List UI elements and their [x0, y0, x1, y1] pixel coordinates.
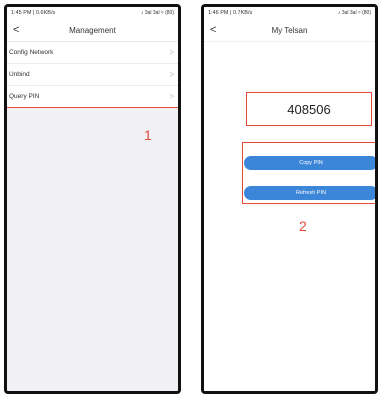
nav-bar: < Management [7, 19, 178, 42]
menu-item-config-network[interactable]: Config Network > [7, 42, 178, 64]
phone-my-telsan: 1:46 PM | 0.7KB/s ♪ 3al 3al ≈ (80) < My … [201, 4, 378, 394]
chevron-right-icon: > [169, 48, 174, 57]
management-menu: Config Network > Unbind > Query PIN > [7, 42, 178, 108]
chevron-right-icon: > [169, 92, 174, 101]
status-icons: ♪ 3al 3al ≈ (80) [141, 10, 174, 16]
status-time: 1:45 PM | 0.6KB/s [11, 10, 56, 16]
status-right-text: ♪ 3al 3al ≈ (80) [337, 10, 371, 16]
page-title: My Telsan [271, 25, 308, 35]
status-time: 1:46 PM | 0.7KB/s [208, 10, 253, 16]
pin-content: 408506 Copy PIN Refresh PIN 2 [204, 42, 375, 391]
status-icons: ♪ 3al 3al ≈ (80) [338, 10, 371, 16]
page-title: Management [69, 25, 116, 35]
status-bar: 1:45 PM | 0.6KB/s ♪ 3al 3al ≈ (80) [7, 7, 178, 19]
menu-item-label: Unbind [9, 71, 30, 78]
menu-item-unbind[interactable]: Unbind > [7, 64, 178, 86]
status-bar: 1:46 PM | 0.7KB/s ♪ 3al 3al ≈ (80) [204, 7, 375, 19]
refresh-pin-button[interactable]: Refresh PIN [244, 186, 375, 200]
phone-management: 1:45 PM | 0.6KB/s ♪ 3al 3al ≈ (80) < Man… [4, 4, 181, 394]
copy-pin-button[interactable]: Copy PIN [244, 156, 375, 170]
pin-display: 408506 [246, 92, 372, 126]
chevron-right-icon: > [169, 70, 174, 79]
status-right-text: ♪ 3al 3al ≈ (80) [140, 10, 174, 16]
step-annotation-1: 1 [144, 127, 152, 143]
nav-bar: < My Telsan [204, 19, 375, 41]
back-button[interactable]: < [210, 24, 216, 36]
back-button[interactable]: < [13, 24, 19, 36]
menu-item-label: Query PIN [9, 93, 40, 100]
menu-item-query-pin[interactable]: Query PIN > [7, 86, 178, 108]
step-annotation-2: 2 [299, 218, 307, 234]
menu-item-label: Config Network [9, 49, 54, 56]
